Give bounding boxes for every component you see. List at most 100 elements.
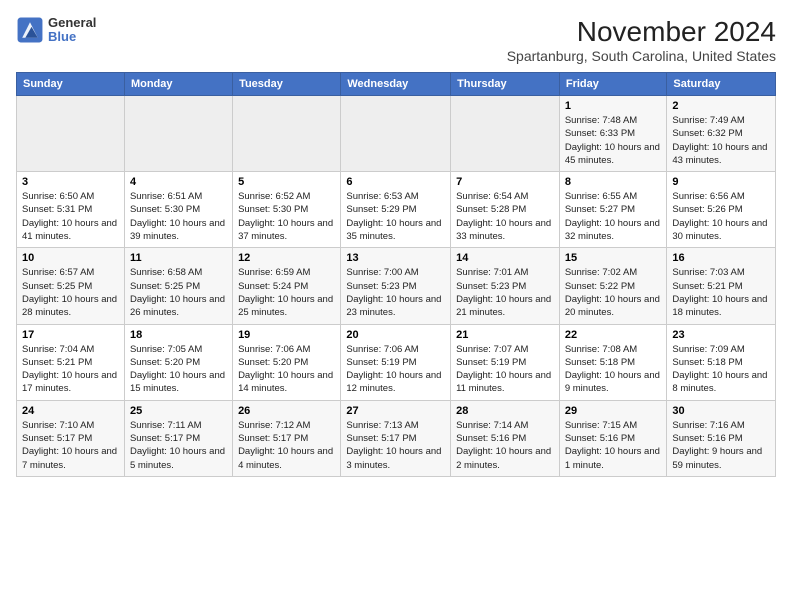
cell-day-number: 10 bbox=[22, 252, 119, 264]
month-title: November 2024 bbox=[507, 16, 776, 48]
logo-line1: General bbox=[48, 16, 96, 30]
cell-day-number: 14 bbox=[456, 252, 554, 264]
cell-day-number: 19 bbox=[238, 329, 335, 341]
cell-info: Sunrise: 7:03 AM Sunset: 5:21 PM Dayligh… bbox=[672, 266, 770, 319]
cell-day-number: 24 bbox=[22, 405, 119, 417]
page-header: General Blue November 2024 Spartanburg, … bbox=[16, 16, 776, 64]
logo-text: General Blue bbox=[48, 16, 96, 45]
calendar-cell bbox=[124, 96, 232, 172]
cell-info: Sunrise: 7:11 AM Sunset: 5:17 PM Dayligh… bbox=[130, 419, 227, 472]
weekday-header: Friday bbox=[559, 73, 667, 96]
weekday-header: Thursday bbox=[451, 73, 560, 96]
cell-day-number: 1 bbox=[565, 100, 662, 112]
cell-info: Sunrise: 7:08 AM Sunset: 5:18 PM Dayligh… bbox=[565, 343, 662, 396]
calendar-cell: 27 Sunrise: 7:13 AM Sunset: 5:17 PM Dayli… bbox=[341, 400, 451, 476]
calendar-cell: 23Sunrise: 7:09 AM Sunset: 5:18 PM Dayli… bbox=[667, 324, 776, 400]
cell-info: Sunrise: 6:55 AM Sunset: 5:27 PM Dayligh… bbox=[565, 190, 662, 243]
cell-info: Sunrise: 7:10 AM Sunset: 5:17 PM Dayligh… bbox=[22, 419, 119, 472]
calendar-cell: 21 Sunrise: 7:07 AM Sunset: 5:19 PM Dayli… bbox=[451, 324, 560, 400]
cell-day-number: 3 bbox=[22, 176, 119, 188]
cell-day-number: 6 bbox=[346, 176, 445, 188]
cell-day-number: 15 bbox=[565, 252, 662, 264]
calendar-cell: 25Sunrise: 7:11 AM Sunset: 5:17 PM Dayli… bbox=[124, 400, 232, 476]
calendar-cell: 1 Sunrise: 7:48 AM Sunset: 6:33 PM Daylig… bbox=[559, 96, 667, 172]
cell-day-number: 18 bbox=[130, 329, 227, 341]
cell-info: Sunrise: 6:53 AM Sunset: 5:29 PM Dayligh… bbox=[346, 190, 445, 243]
cell-day-number: 4 bbox=[130, 176, 227, 188]
cell-info: Sunrise: 7:07 AM Sunset: 5:19 PM Dayligh… bbox=[456, 343, 554, 396]
cell-info: Sunrise: 6:58 AM Sunset: 5:25 PM Dayligh… bbox=[130, 266, 227, 319]
cell-day-number: 22 bbox=[565, 329, 662, 341]
cell-day-number: 8 bbox=[565, 176, 662, 188]
logo: General Blue bbox=[16, 16, 96, 45]
cell-info: Sunrise: 7:01 AM Sunset: 5:23 PM Dayligh… bbox=[456, 266, 554, 319]
calendar-cell: 7 Sunrise: 6:54 AM Sunset: 5:28 PM Daylig… bbox=[451, 172, 560, 248]
cell-day-number: 27 bbox=[346, 405, 445, 417]
calendar-cell: 28 Sunrise: 7:14 AM Sunset: 5:16 PM Dayli… bbox=[451, 400, 560, 476]
calendar-cell: 18Sunrise: 7:05 AM Sunset: 5:20 PM Dayli… bbox=[124, 324, 232, 400]
cell-info: Sunrise: 7:13 AM Sunset: 5:17 PM Dayligh… bbox=[346, 419, 445, 472]
calendar-cell bbox=[451, 96, 560, 172]
cell-day-number: 13 bbox=[346, 252, 445, 264]
calendar-cell bbox=[233, 96, 341, 172]
cell-day-number: 9 bbox=[672, 176, 770, 188]
weekday-header: Saturday bbox=[667, 73, 776, 96]
calendar-cell bbox=[341, 96, 451, 172]
calendar-week-row: 1 Sunrise: 7:48 AM Sunset: 6:33 PM Daylig… bbox=[17, 96, 776, 172]
weekday-header: Wednesday bbox=[341, 73, 451, 96]
calendar-cell: 8 Sunrise: 6:55 AM Sunset: 5:27 PM Daylig… bbox=[559, 172, 667, 248]
cell-info: Sunrise: 6:54 AM Sunset: 5:28 PM Dayligh… bbox=[456, 190, 554, 243]
calendar-cell: 16 Sunrise: 7:03 AM Sunset: 5:21 PM Dayli… bbox=[667, 248, 776, 324]
cell-info: Sunrise: 7:48 AM Sunset: 6:33 PM Dayligh… bbox=[565, 114, 662, 167]
cell-day-number: 26 bbox=[238, 405, 335, 417]
cell-day-number: 21 bbox=[456, 329, 554, 341]
cell-info: Sunrise: 7:06 AM Sunset: 5:20 PM Dayligh… bbox=[238, 343, 335, 396]
cell-info: Sunrise: 7:02 AM Sunset: 5:22 PM Dayligh… bbox=[565, 266, 662, 319]
cell-info: Sunrise: 7:16 AM Sunset: 5:16 PM Dayligh… bbox=[672, 419, 770, 472]
cell-day-number: 23 bbox=[672, 329, 770, 341]
calendar-cell: 11 Sunrise: 6:58 AM Sunset: 5:25 PM Dayli… bbox=[124, 248, 232, 324]
weekday-header: Sunday bbox=[17, 73, 125, 96]
calendar-cell: 9Sunrise: 6:56 AM Sunset: 5:26 PM Daylig… bbox=[667, 172, 776, 248]
calendar-cell bbox=[17, 96, 125, 172]
calendar-week-row: 24 Sunrise: 7:10 AM Sunset: 5:17 PM Dayli… bbox=[17, 400, 776, 476]
cell-day-number: 11 bbox=[130, 252, 227, 264]
cell-day-number: 7 bbox=[456, 176, 554, 188]
cell-info: Sunrise: 7:12 AM Sunset: 5:17 PM Dayligh… bbox=[238, 419, 335, 472]
cell-info: Sunrise: 6:59 AM Sunset: 5:24 PM Dayligh… bbox=[238, 266, 335, 319]
weekday-header: Tuesday bbox=[233, 73, 341, 96]
cell-day-number: 5 bbox=[238, 176, 335, 188]
calendar-week-row: 17Sunrise: 7:04 AM Sunset: 5:21 PM Dayli… bbox=[17, 324, 776, 400]
calendar-cell: 17Sunrise: 7:04 AM Sunset: 5:21 PM Dayli… bbox=[17, 324, 125, 400]
logo-icon bbox=[16, 16, 44, 44]
calendar-cell: 26 Sunrise: 7:12 AM Sunset: 5:17 PM Dayli… bbox=[233, 400, 341, 476]
calendar-cell: 3 Sunrise: 6:50 AM Sunset: 5:31 PM Daylig… bbox=[17, 172, 125, 248]
title-area: November 2024 Spartanburg, South Carolin… bbox=[507, 16, 776, 64]
cell-info: Sunrise: 7:15 AM Sunset: 5:16 PM Dayligh… bbox=[565, 419, 662, 472]
calendar-week-row: 3 Sunrise: 6:50 AM Sunset: 5:31 PM Daylig… bbox=[17, 172, 776, 248]
calendar-cell: 4 Sunrise: 6:51 AM Sunset: 5:30 PM Daylig… bbox=[124, 172, 232, 248]
calendar-cell: 2Sunrise: 7:49 AM Sunset: 6:32 PM Daylig… bbox=[667, 96, 776, 172]
calendar-cell: 5 Sunrise: 6:52 AM Sunset: 5:30 PM Daylig… bbox=[233, 172, 341, 248]
calendar-cell: 14 Sunrise: 7:01 AM Sunset: 5:23 PM Dayli… bbox=[451, 248, 560, 324]
calendar-cell: 22 Sunrise: 7:08 AM Sunset: 5:18 PM Dayli… bbox=[559, 324, 667, 400]
weekday-header: Monday bbox=[124, 73, 232, 96]
cell-day-number: 20 bbox=[346, 329, 445, 341]
calendar-week-row: 10 Sunrise: 6:57 AM Sunset: 5:25 PM Dayli… bbox=[17, 248, 776, 324]
calendar-cell: 24 Sunrise: 7:10 AM Sunset: 5:17 PM Dayli… bbox=[17, 400, 125, 476]
calendar-cell: 30Sunrise: 7:16 AM Sunset: 5:16 PM Dayli… bbox=[667, 400, 776, 476]
cell-day-number: 17 bbox=[22, 329, 119, 341]
calendar-cell: 20Sunrise: 7:06 AM Sunset: 5:19 PM Dayli… bbox=[341, 324, 451, 400]
logo-line2: Blue bbox=[48, 30, 96, 44]
cell-info: Sunrise: 6:52 AM Sunset: 5:30 PM Dayligh… bbox=[238, 190, 335, 243]
calendar-cell: 19 Sunrise: 7:06 AM Sunset: 5:20 PM Dayli… bbox=[233, 324, 341, 400]
location-title: Spartanburg, South Carolina, United Stat… bbox=[507, 48, 776, 64]
cell-day-number: 28 bbox=[456, 405, 554, 417]
cell-info: Sunrise: 6:50 AM Sunset: 5:31 PM Dayligh… bbox=[22, 190, 119, 243]
cell-info: Sunrise: 6:51 AM Sunset: 5:30 PM Dayligh… bbox=[130, 190, 227, 243]
cell-info: Sunrise: 6:57 AM Sunset: 5:25 PM Dayligh… bbox=[22, 266, 119, 319]
calendar-cell: 12Sunrise: 6:59 AM Sunset: 5:24 PM Dayli… bbox=[233, 248, 341, 324]
cell-day-number: 16 bbox=[672, 252, 770, 264]
cell-info: Sunrise: 7:14 AM Sunset: 5:16 PM Dayligh… bbox=[456, 419, 554, 472]
cell-day-number: 29 bbox=[565, 405, 662, 417]
